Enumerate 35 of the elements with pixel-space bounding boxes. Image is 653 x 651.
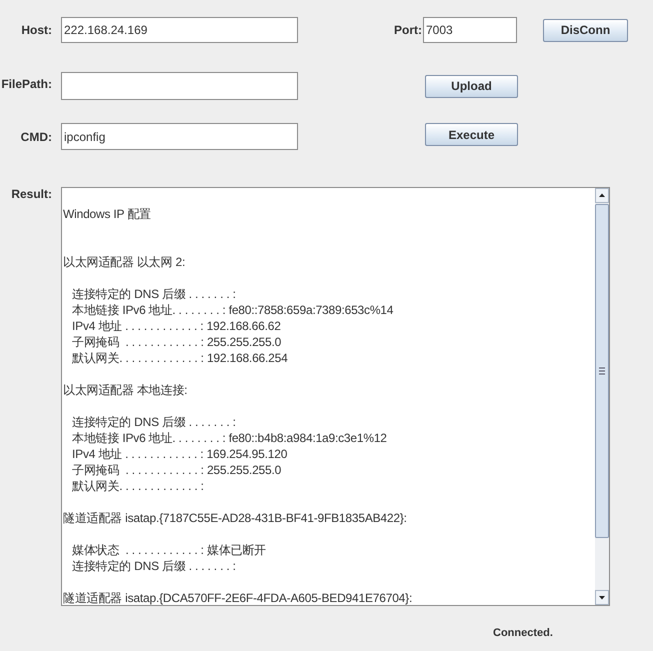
scroll-thumb[interactable] (595, 204, 609, 538)
output-line: IPv4 地址 . . . . . . . . . . . . : 169.254.95.120 (72, 446, 288, 462)
port-field[interactable]: 7003 (423, 17, 517, 43)
cmd-field[interactable]: ipconfig (61, 123, 298, 150)
scroll-up-icon[interactable] (595, 188, 609, 203)
status-text: Connected. (493, 627, 553, 639)
upload-button[interactable]: Upload (425, 74, 518, 98)
output-line: 本地链接 IPv6 地址. . . . . . . . : fe80::7858:659a:7389:653c%14 (72, 302, 394, 318)
output-line: 连接特定的 DNS 后缀 . . . . . . . : (72, 286, 236, 302)
cmd-label: CMD: (20, 130, 52, 144)
file-path-label: FilePath: (0, 76, 52, 91)
scroll-down-icon[interactable] (595, 590, 609, 605)
output-line: 子网掩码 . . . . . . . . . . . . : 255.255.255.0 (72, 462, 282, 478)
output-line: 以太网适配器 以太网 2: (63, 254, 186, 270)
output-line: 连接特定的 DNS 后缀 . . . . . . . : (72, 558, 236, 574)
output-line: 隧道适配器 isatap.{7187C55E-AD28-431B-BF41-9FB1835AB422}: (63, 510, 407, 526)
port-label: Port: (393, 23, 422, 37)
output-line: 隧道适配器 isatap.{DCA570FF-2E6F-4FDA-A605-BED941E76704}: (63, 590, 412, 605)
output-line: 连接特定的 DNS 后缀 . . . . . . . : (72, 414, 236, 430)
output-line: 默认网关. . . . . . . . . . . . . : 192.168.66.254 (72, 350, 288, 366)
output-line: Windows IP 配置 (63, 206, 151, 222)
execute-button[interactable]: Execute (425, 123, 518, 146)
scroll-bar[interactable] (595, 188, 609, 605)
output-line: IPv4 地址 . . . . . . . . . . . . : 192.168.66.62 (72, 318, 281, 334)
output-line: 本地链接 IPv6 地址. . . . . . . . : fe80::b4b8:a984:1a9:c3e1%12 (72, 430, 387, 446)
output-line: 媒体状态 . . . . . . . . . . . . : 媒体已断开 (72, 542, 266, 558)
result-label: Result: (10, 187, 52, 201)
output-line: 默认网关. . . . . . . . . . . . . : (72, 478, 204, 494)
host-field[interactable]: 222.168.24.169 (61, 17, 298, 43)
disconnect-button[interactable]: DisConn (543, 18, 628, 42)
output-line: 子网掩码 . . . . . . . . . . . . : 255.255.255.0 (72, 334, 282, 350)
host-label: Host: (20, 23, 52, 37)
output-line: 以太网适配器 本地连接: (63, 382, 188, 398)
file-path-field[interactable] (61, 72, 298, 100)
result-text-area[interactable] (61, 187, 610, 606)
